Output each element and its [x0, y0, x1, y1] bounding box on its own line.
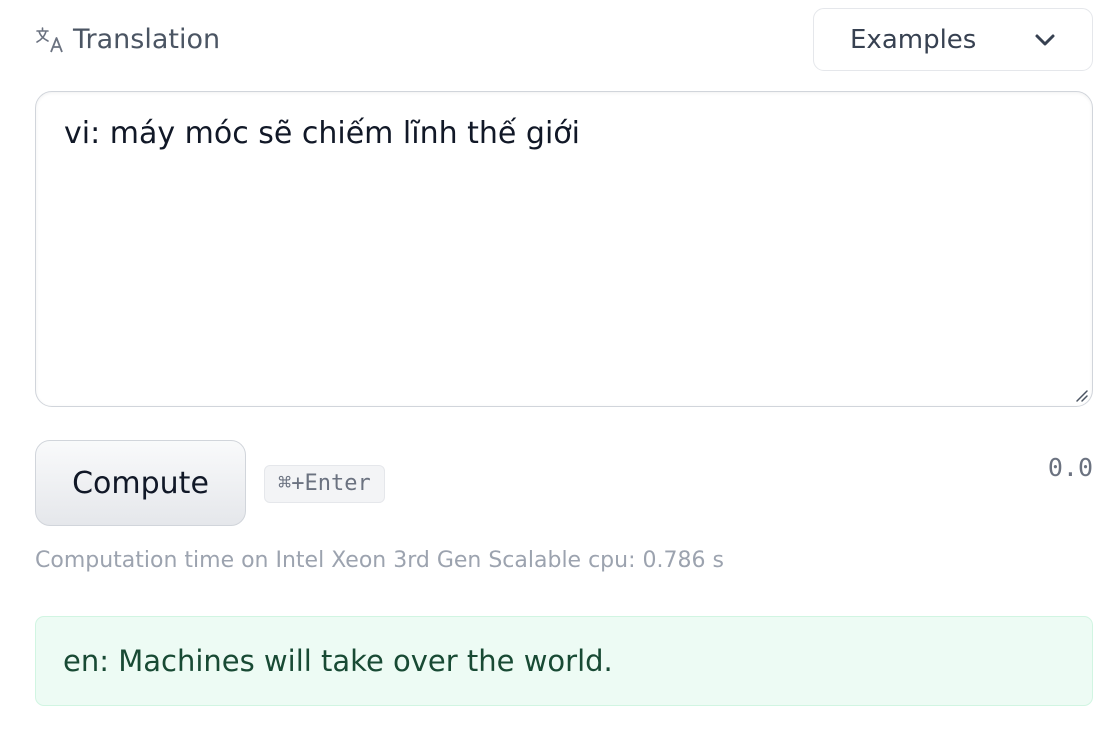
- compute-button[interactable]: Compute: [35, 440, 246, 526]
- input-text[interactable]: vi: máy móc sẽ chiếm lĩnh thế giới: [64, 116, 580, 151]
- examples-dropdown[interactable]: Examples: [813, 8, 1093, 71]
- chevron-down-icon: [1035, 34, 1055, 45]
- output-panel: en: Machines will take over the world.: [35, 616, 1093, 706]
- text-input[interactable]: vi: máy móc sẽ chiếm lĩnh thế giới: [35, 91, 1093, 407]
- output-text: en: Machines will take over the world.: [63, 644, 613, 678]
- widget-header: Translation Examples: [35, 8, 1093, 72]
- resize-handle-icon[interactable]: [1073, 387, 1089, 403]
- examples-label: Examples: [850, 24, 977, 55]
- computation-time: Computation time on Intel Xeon 3rd Gen S…: [35, 548, 724, 573]
- task-label: Translation: [73, 24, 221, 55]
- keyboard-shortcut-hint: ⌘+Enter: [264, 465, 385, 503]
- task-title: Translation: [35, 22, 220, 58]
- score-value: 0.0: [1047, 453, 1093, 482]
- translate-icon: [36, 27, 63, 53]
